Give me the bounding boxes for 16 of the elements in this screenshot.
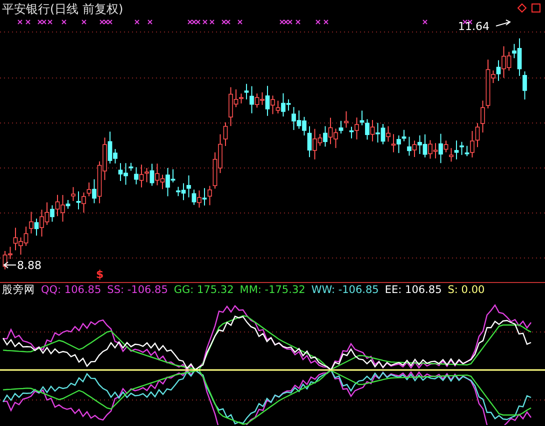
arrow-icon	[496, 20, 511, 26]
indicator-value: GG: 175.32	[174, 284, 234, 296]
signal-mark: $	[96, 268, 104, 281]
indicator-value: S: 0.00	[448, 284, 485, 296]
indicator-value: QQ: 106.85	[41, 284, 102, 296]
low-price-label: 8.88	[17, 260, 42, 272]
indicator-name: 股旁网	[2, 284, 35, 296]
indicator-value: WW: -106.85	[311, 284, 379, 296]
diamond-icon	[517, 3, 527, 13]
high-price-label: 11.64	[458, 21, 490, 33]
stock-title: 平安银行(日线 前复权)	[2, 2, 124, 16]
indicator-value: SS: -106.85	[107, 284, 168, 296]
arrow-icon	[3, 262, 16, 268]
indicator-value: EE: 106.85	[384, 284, 442, 296]
square-icon	[532, 4, 540, 12]
indicator-value: MM: -175.32	[240, 284, 306, 296]
